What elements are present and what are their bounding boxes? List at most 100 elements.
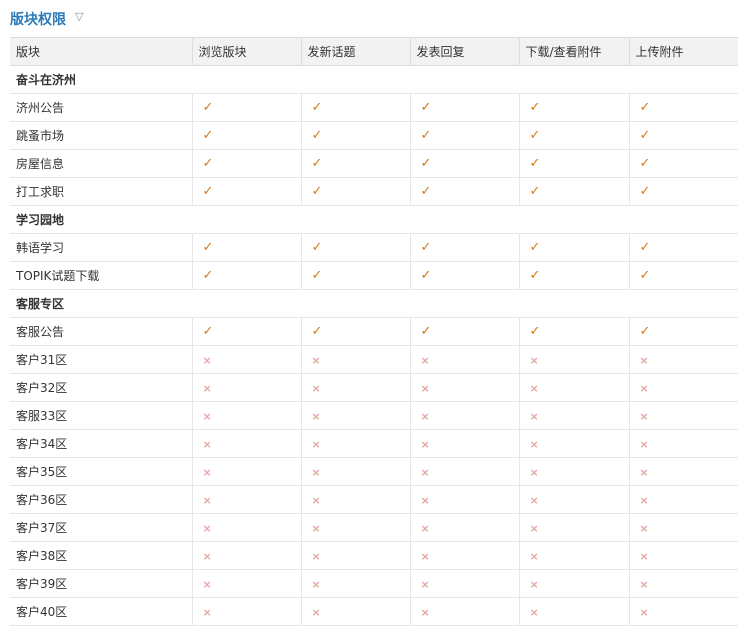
perm-cell-reply: × [409,569,519,598]
check-icon: ✓ [311,324,323,339]
check-icon: ✓ [420,324,432,339]
cross-icon: × [529,381,539,395]
perm-cell-download: ✓ [518,177,629,206]
forum-name: 客户31区 [10,345,192,374]
perm-cell-upload: × [628,429,738,458]
perm-cell-upload: ✓ [628,93,738,122]
forum-name: 房屋信息 [10,149,192,178]
triangle-down-icon[interactable]: ▽ [75,10,83,23]
check-icon: ✓ [311,240,323,255]
forum-row: 跳蚤市场 ✓ ✓ ✓ ✓ ✓ [10,121,738,150]
forum-name: 打工求职 [10,177,192,206]
cross-icon: × [311,605,321,619]
perm-cell-reply: ✓ [409,261,519,290]
perm-cell-view: ✓ [191,233,301,262]
perm-cell-view: × [191,485,301,514]
cross-icon: × [420,437,430,451]
group-row: 客服专区 [10,289,738,318]
perm-cell-download: × [518,541,629,570]
check-icon: ✓ [639,100,651,115]
table-header-row: 版块 浏览版块 发新话题 发表回复 下载/查看附件 上传附件 [10,37,738,66]
cross-icon: × [202,353,212,367]
check-icon: ✓ [311,100,323,115]
perm-cell-reply: × [409,597,519,626]
perm-cell-upload: × [628,401,738,430]
perm-cell-reply: ✓ [409,121,519,150]
perm-cell-download: × [518,513,629,542]
forum-name: 客户34区 [10,429,192,458]
perm-cell-reply: × [409,401,519,430]
forum-row: TOPIK试题下载 ✓ ✓ ✓ ✓ ✓ [10,261,738,290]
perm-cell-reply: ✓ [409,177,519,206]
perm-cell-new-topic: ✓ [300,261,410,290]
perm-cell-new-topic: ✓ [300,121,410,150]
cross-icon: × [420,465,430,479]
perm-cell-upload: × [628,345,738,374]
column-header-download: 下载/查看附件 [518,37,629,66]
perm-cell-view: × [191,569,301,598]
cross-icon: × [420,549,430,563]
cross-icon: × [202,577,212,591]
cross-icon: × [639,381,649,395]
check-icon: ✓ [202,128,214,143]
perm-cell-view: ✓ [191,93,301,122]
perm-cell-upload: ✓ [628,149,738,178]
check-icon: ✓ [529,324,541,339]
cross-icon: × [311,521,321,535]
perm-cell-reply: ✓ [409,233,519,262]
check-icon: ✓ [639,128,651,143]
forum-row: 客户35区 × × × × × [10,457,738,486]
perm-cell-upload: ✓ [628,233,738,262]
group-row: 奋斗在济州 [10,65,738,94]
forum-name: 跳蚤市场 [10,121,192,150]
perm-cell-download: ✓ [518,233,629,262]
check-icon: ✓ [529,240,541,255]
permission-table: 版块 浏览版块 发新话题 发表回复 下载/查看附件 上传附件 奋斗在济州 济州公告… [10,37,738,626]
cross-icon: × [420,409,430,423]
column-header-reply: 发表回复 [409,37,519,66]
cross-icon: × [639,353,649,367]
forum-row: 打工求职 ✓ ✓ ✓ ✓ ✓ [10,177,738,206]
check-icon: ✓ [529,128,541,143]
cross-icon: × [639,437,649,451]
perm-cell-view: ✓ [191,149,301,178]
check-icon: ✓ [420,184,432,199]
check-icon: ✓ [202,240,214,255]
cross-icon: × [202,493,212,507]
forum-row: 韩语学习 ✓ ✓ ✓ ✓ ✓ [10,233,738,262]
column-header-new-topic: 发新话题 [300,37,410,66]
check-icon: ✓ [311,128,323,143]
forum-name: 客户40区 [10,597,192,626]
check-icon: ✓ [202,100,214,115]
cross-icon: × [420,353,430,367]
forum-row: 客户39区 × × × × × [10,569,738,598]
check-icon: ✓ [420,240,432,255]
perm-cell-view: × [191,541,301,570]
perm-cell-upload: × [628,373,738,402]
perm-cell-download: × [518,457,629,486]
cross-icon: × [311,409,321,423]
cross-icon: × [311,465,321,479]
perm-cell-new-topic: × [300,457,410,486]
perm-cell-upload: ✓ [628,317,738,346]
page-title: 版块权限 [10,12,66,28]
cross-icon: × [311,493,321,507]
check-icon: ✓ [420,268,432,283]
column-header-upload: 上传附件 [628,37,738,66]
perm-cell-upload: ✓ [628,121,738,150]
perm-cell-download: ✓ [518,317,629,346]
forum-row: 客户37区 × × × × × [10,513,738,542]
perm-cell-new-topic: ✓ [300,177,410,206]
perm-cell-new-topic: × [300,597,410,626]
cross-icon: × [529,605,539,619]
perm-cell-new-topic: × [300,429,410,458]
perm-cell-upload: × [628,541,738,570]
cross-icon: × [529,465,539,479]
check-icon: ✓ [311,156,323,171]
perm-cell-new-topic: × [300,513,410,542]
forum-name: 客户39区 [10,569,192,598]
group-name: 客服专区 [10,289,738,318]
table-body: 奋斗在济州 济州公告 ✓ ✓ ✓ ✓ ✓ 跳蚤市场 ✓ ✓ ✓ ✓ ✓ 房屋信息 ✓ ✓ ✓ ✓ ✓ 打工求职 ✓ ✓ ✓ ✓… [10,65,738,626]
cross-icon: × [529,549,539,563]
perm-cell-view: × [191,345,301,374]
